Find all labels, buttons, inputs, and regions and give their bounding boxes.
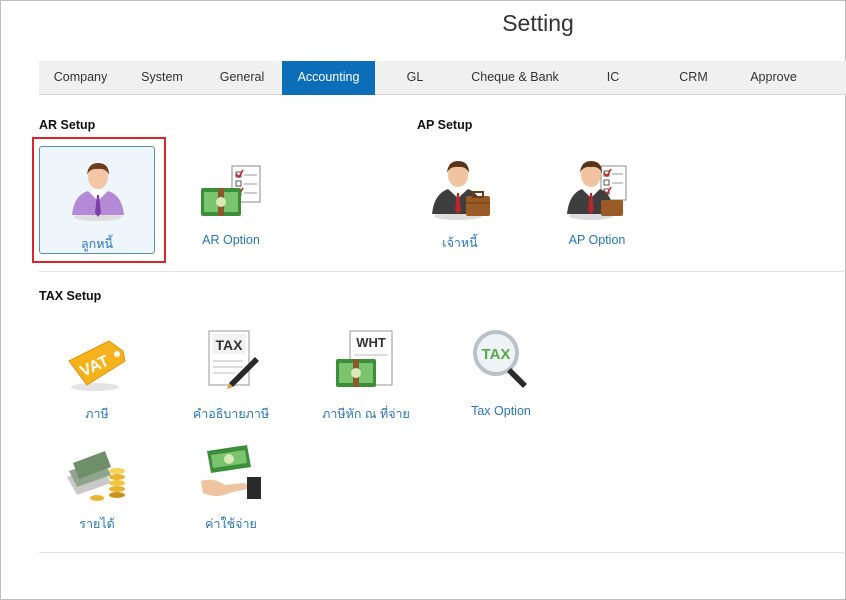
tax-option-item[interactable]: TAX Tax Option bbox=[443, 317, 559, 425]
wht-money-icon: WHT bbox=[336, 330, 393, 387]
tax-vat-item[interactable]: VAT ภาษี bbox=[39, 317, 155, 425]
tax-document-pen-icon: TAX bbox=[208, 330, 259, 389]
tax-magnifier-icon: TAX bbox=[473, 330, 527, 388]
expense-label: ค่าใช้จ่าย bbox=[205, 517, 257, 531]
tab-crm[interactable]: CRM bbox=[651, 61, 736, 95]
tax-setup-title: TAX Setup bbox=[39, 289, 102, 303]
ar-option-item[interactable]: AR Option bbox=[173, 146, 289, 254]
customer-person-icon bbox=[72, 163, 124, 221]
tab-bar: Company System General Accounting GL Che… bbox=[39, 61, 846, 95]
tax-doc-text: TAX bbox=[216, 337, 244, 353]
tab-approve[interactable]: Approve bbox=[736, 61, 811, 95]
tax-option-label: Tax Option bbox=[471, 404, 531, 418]
tab-company[interactable]: Company bbox=[39, 61, 122, 95]
tab-system[interactable]: System bbox=[122, 61, 202, 95]
ap-option-item[interactable]: AP Option bbox=[539, 146, 655, 254]
section-divider bbox=[39, 271, 846, 272]
businessman-briefcase-icon bbox=[432, 161, 490, 220]
cash-coins-icon bbox=[67, 451, 125, 501]
income-item[interactable]: รายได้ bbox=[39, 427, 155, 535]
tax-lens-text: TAX bbox=[482, 346, 511, 363]
money-checklist-icon bbox=[201, 165, 261, 216]
tab-gl[interactable]: GL bbox=[375, 61, 455, 95]
tax-withholding-item[interactable]: WHT ภาษีหัก ณ ที่จ่าย bbox=[308, 317, 424, 425]
ap-setup-title: AP Setup bbox=[417, 118, 473, 132]
tab-cheque-bank[interactable]: Cheque & Bank bbox=[455, 61, 575, 95]
ar-setup-title: AR Setup bbox=[39, 118, 96, 132]
ap-creditor-item[interactable]: เจ้าหนี้ bbox=[402, 146, 518, 254]
ap-option-label: AP Option bbox=[568, 233, 626, 247]
page-title: Setting bbox=[502, 10, 574, 36]
bottom-divider bbox=[39, 552, 846, 553]
tab-general[interactable]: General bbox=[202, 61, 282, 95]
wht-doc-text: WHT bbox=[356, 335, 386, 350]
hand-money-icon bbox=[201, 445, 261, 499]
tab-accounting[interactable]: Accounting bbox=[282, 61, 375, 95]
businessman-checklist-icon bbox=[567, 161, 627, 220]
expense-item[interactable]: ค่าใช้จ่าย bbox=[173, 427, 289, 535]
vat-tag-icon: VAT bbox=[68, 340, 126, 391]
ar-customer-item[interactable]: ลูกหนี้ bbox=[39, 146, 155, 254]
tab-ic[interactable]: IC bbox=[575, 61, 651, 95]
tax-description-item[interactable]: TAX คำอธิบายภาษี bbox=[173, 317, 289, 425]
ar-option-label: AR Option bbox=[202, 233, 260, 247]
